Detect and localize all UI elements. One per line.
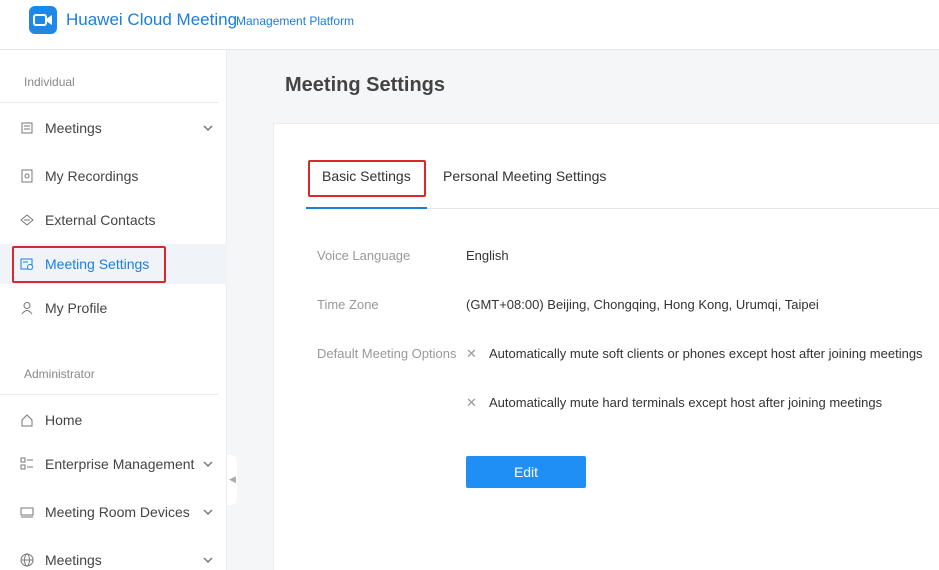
brand-name[interactable]: Huawei Cloud Meeting <box>66 10 237 30</box>
video-camera-icon <box>33 14 52 26</box>
section-label-administrator: Administrator <box>24 367 95 381</box>
sidebar-item-label: Home <box>45 412 83 428</box>
globe-icon <box>20 553 34 567</box>
top-header: Huawei Cloud Meeting Management Platform <box>0 0 939 50</box>
section-label-individual: Individual <box>24 75 75 89</box>
enterprise-icon <box>20 457 33 470</box>
sidebar-item-meeting-room-devices[interactable]: Meeting Room Devices <box>0 492 227 532</box>
sidebar: Individual Meetings My Recordings Extern… <box>0 50 227 570</box>
disabled-x-icon: ✕ <box>466 346 477 361</box>
sidebar-item-enterprise-management[interactable]: Enterprise Management <box>0 444 227 484</box>
highlight-box <box>12 246 166 283</box>
edit-button[interactable]: Edit <box>466 456 586 488</box>
sidebar-item-label: My Profile <box>45 300 108 316</box>
default-meeting-options-label: Default Meeting Options <box>317 346 457 361</box>
device-icon <box>20 507 34 518</box>
divider <box>0 102 218 103</box>
contacts-icon <box>20 214 34 226</box>
time-zone-value: (GMT+08:00) Beijing, Chongqing, Hong Kon… <box>466 297 819 312</box>
chevron-down-icon[interactable] <box>202 506 214 518</box>
chevron-left-icon: ◀ <box>229 474 236 484</box>
brand-subtitle: Management Platform <box>236 14 355 28</box>
sidebar-item-external-contacts[interactable]: External Contacts <box>0 200 227 240</box>
disabled-x-icon: ✕ <box>466 395 477 410</box>
divider <box>0 394 218 395</box>
tab-personal-meeting-settings[interactable]: Personal Meeting Settings <box>443 168 606 184</box>
page-title: Meeting Settings <box>285 74 446 96</box>
voice-language-value: English <box>466 248 509 263</box>
chevron-down-icon[interactable] <box>202 122 214 134</box>
sidebar-item-meetings-admin[interactable]: Meetings <box>0 540 227 570</box>
sidebar-item-label: Meetings <box>45 120 102 136</box>
sidebar-item-label: My Recordings <box>45 168 139 184</box>
user-icon <box>21 302 33 315</box>
time-zone-label: Time Zone <box>317 297 379 312</box>
sidebar-item-meetings[interactable]: Meetings <box>0 108 227 148</box>
sidebar-item-my-profile[interactable]: My Profile <box>0 288 227 328</box>
calendar-icon <box>21 122 33 134</box>
option-mute-soft-clients: Automatically mute soft clients or phone… <box>489 346 923 361</box>
sidebar-item-home[interactable]: Home <box>0 400 227 440</box>
chevron-down-icon[interactable] <box>202 554 214 566</box>
sidebar-item-label: Enterprise Management <box>45 456 195 472</box>
voice-language-label: Voice Language <box>317 248 411 263</box>
sidebar-item-label: Meetings <box>45 552 102 568</box>
huawei-cloud-meeting-logo[interactable] <box>29 6 57 34</box>
sidebar-item-my-recordings[interactable]: My Recordings <box>0 156 227 196</box>
sidebar-item-label: External Contacts <box>45 212 156 228</box>
active-tab-indicator <box>306 207 427 209</box>
highlight-box <box>308 160 426 197</box>
sidebar-item-label: Meeting Room Devices <box>45 504 190 520</box>
recording-icon <box>21 169 33 183</box>
sidebar-collapse-handle[interactable]: ◀ <box>227 455 237 505</box>
home-icon <box>21 414 33 427</box>
option-mute-hard-terminals: Automatically mute hard terminals except… <box>489 395 883 410</box>
chevron-down-icon[interactable] <box>202 458 214 470</box>
